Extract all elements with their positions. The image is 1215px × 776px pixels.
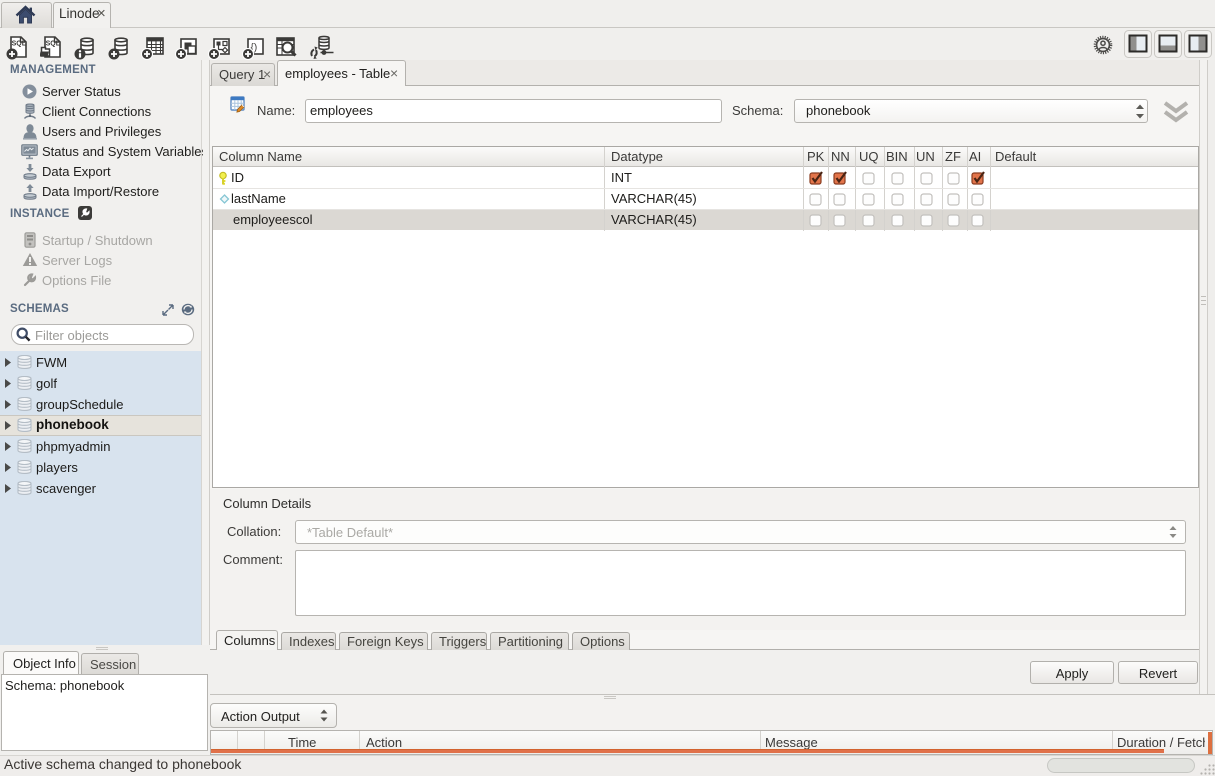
svg-text:SQL: SQL — [46, 41, 61, 48]
svg-text:SQL: SQL — [12, 41, 27, 48]
